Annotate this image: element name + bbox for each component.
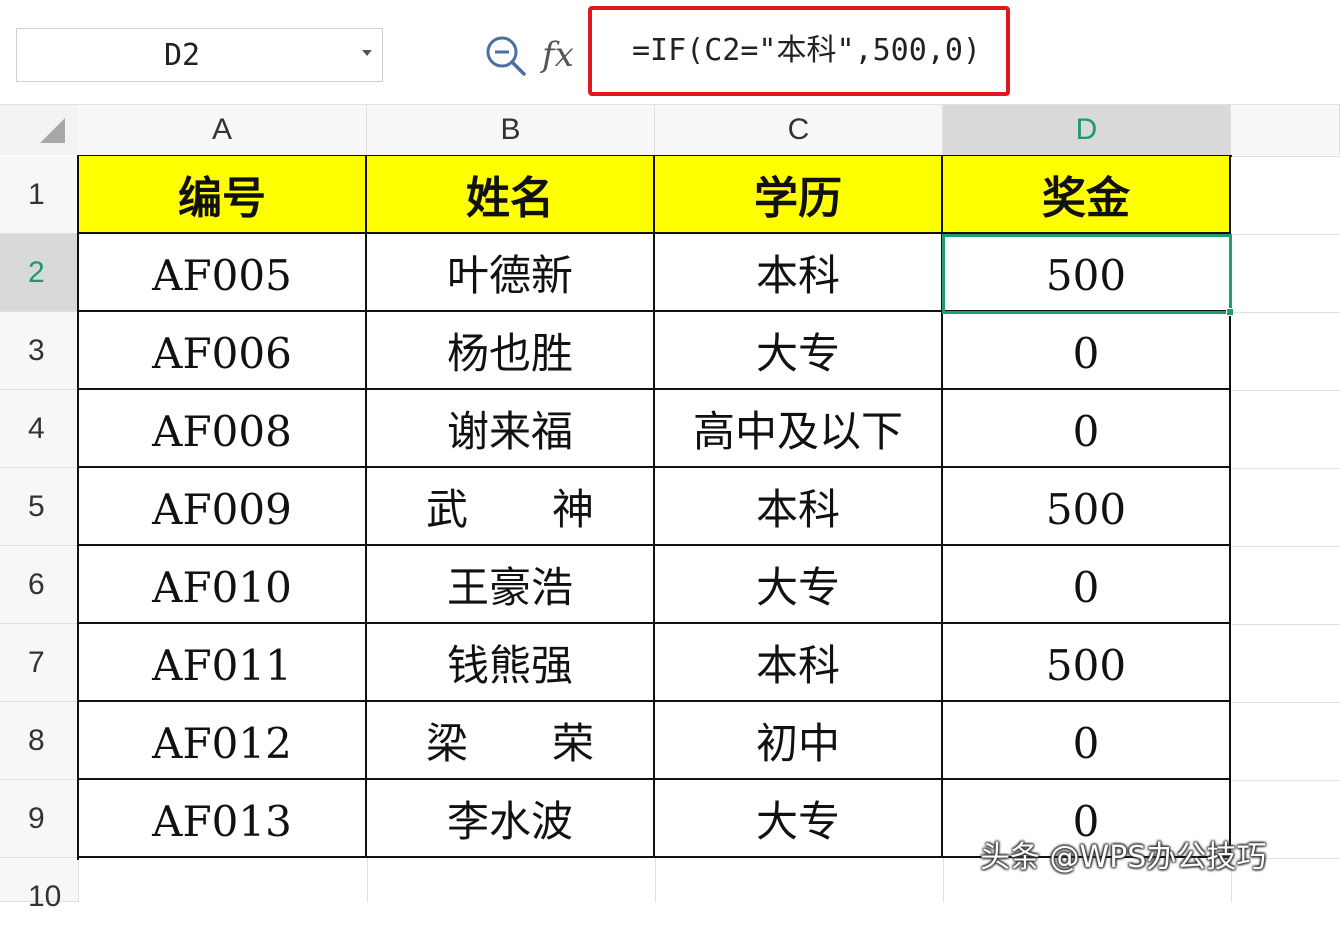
table-cell[interactable]: 初中 <box>655 702 943 780</box>
table-cell[interactable]: AF013 <box>79 780 367 858</box>
gridline <box>1232 468 1340 469</box>
table-cell[interactable]: AF010 <box>79 546 367 624</box>
fill-handle[interactable] <box>1226 308 1234 316</box>
column-header-c[interactable]: C <box>655 105 943 155</box>
gridline <box>78 858 79 902</box>
gridline <box>1232 390 1340 391</box>
row-header-3[interactable]: 3 <box>0 312 78 390</box>
table-cell[interactable]: 杨也胜 <box>367 312 655 390</box>
formula-input[interactable]: =IF(C2="本科",500,0) <box>588 6 1010 96</box>
gridline <box>1232 624 1340 625</box>
table-cell[interactable]: 高中及以下 <box>655 390 943 468</box>
table-cell[interactable]: 0 <box>943 546 1231 624</box>
table-cell[interactable]: AF011 <box>79 624 367 702</box>
table-cell[interactable]: 武 神 <box>367 468 655 546</box>
table-cell[interactable]: 500 <box>943 468 1231 546</box>
table-cell[interactable]: 大专 <box>655 780 943 858</box>
gridline <box>1232 702 1340 703</box>
gridline <box>943 858 944 902</box>
column-header-d[interactable]: D <box>943 105 1231 155</box>
row-header-1[interactable]: 1 <box>0 156 78 234</box>
table-cell[interactable]: AF005 <box>79 234 367 312</box>
table-cell[interactable]: AF008 <box>79 390 367 468</box>
gridline <box>1232 234 1340 235</box>
name-box-value: D2 <box>163 38 201 73</box>
header-cell[interactable]: 学历 <box>655 156 943 234</box>
gridline <box>1232 546 1340 547</box>
table-cell[interactable]: 本科 <box>655 234 943 312</box>
table-cell[interactable]: 500 <box>943 624 1231 702</box>
table-cell[interactable]: 0 <box>943 312 1231 390</box>
table-cell[interactable]: 大专 <box>655 546 943 624</box>
row-header-5[interactable]: 5 <box>0 468 78 546</box>
header-cell[interactable]: 编号 <box>79 156 367 234</box>
table-cell[interactable]: 王豪浩 <box>367 546 655 624</box>
table-cell[interactable]: AF012 <box>79 702 367 780</box>
row-header-2[interactable]: 2 <box>0 234 78 312</box>
row-header-6[interactable]: 6 <box>0 546 78 624</box>
gridline <box>367 858 368 902</box>
name-box[interactable]: D2 <box>16 28 383 82</box>
row-header-10[interactable]: 10 <box>0 858 78 913</box>
table-cell[interactable]: 梁 荣 <box>367 702 655 780</box>
table-cell[interactable]: 0 <box>943 702 1231 780</box>
table-cell[interactable]: AF009 <box>79 468 367 546</box>
table-cell[interactable]: 叶德新 <box>367 234 655 312</box>
header-cell[interactable]: 姓名 <box>367 156 655 234</box>
header-cell[interactable]: 奖金 <box>943 156 1231 234</box>
chevron-down-icon[interactable] <box>362 50 372 56</box>
column-header-b[interactable]: B <box>367 105 655 155</box>
watermark: 头条 @WPS办公技巧 <box>980 840 1267 875</box>
table-cell[interactable]: 本科 <box>655 624 943 702</box>
formula-text: =IF(C2="本科",500,0) <box>632 33 981 68</box>
selected-cell-border <box>942 234 1232 314</box>
table-cell[interactable]: 李水波 <box>367 780 655 858</box>
column-header-overflow <box>1231 105 1340 155</box>
select-all-corner[interactable] <box>0 105 78 155</box>
column-header-a[interactable]: A <box>78 105 367 155</box>
zoom-icon[interactable] <box>484 34 528 78</box>
table-cell[interactable]: 大专 <box>655 312 943 390</box>
gridline <box>1232 780 1340 781</box>
row-header-9[interactable]: 9 <box>0 780 78 858</box>
gridline <box>1232 156 1340 157</box>
row-header-4[interactable]: 4 <box>0 390 78 468</box>
fx-icon[interactable]: fx <box>542 30 574 80</box>
gridline <box>655 858 656 902</box>
table-cell[interactable]: AF006 <box>79 312 367 390</box>
table-cell[interactable]: 本科 <box>655 468 943 546</box>
gridline <box>1232 312 1340 313</box>
row-header-8[interactable]: 8 <box>0 702 78 780</box>
row-header-7[interactable]: 7 <box>0 624 78 702</box>
table-cell[interactable]: 0 <box>943 390 1231 468</box>
table-cell[interactable]: 谢来福 <box>367 390 655 468</box>
select-all-icon <box>40 118 65 143</box>
table-cell[interactable]: 钱熊强 <box>367 624 655 702</box>
